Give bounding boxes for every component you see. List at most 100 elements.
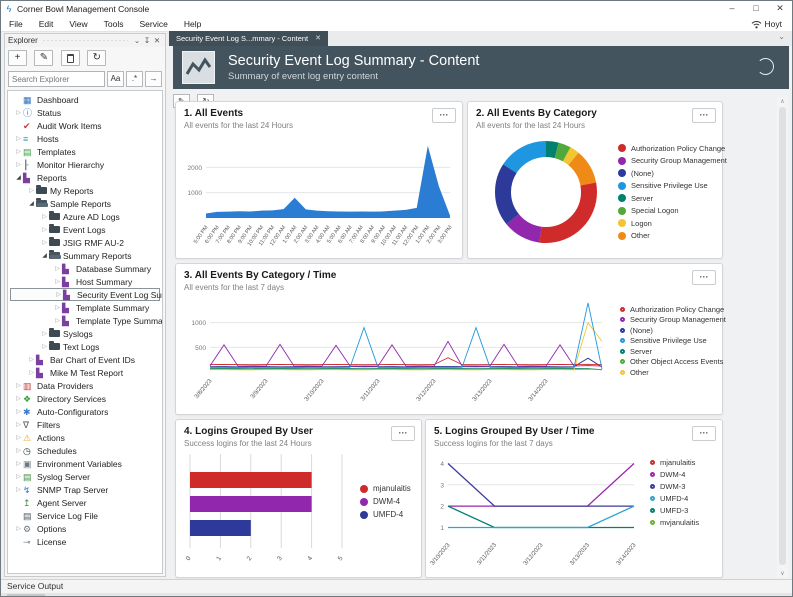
panel-menu-button[interactable]: ··· [692,108,716,123]
tree-item-environment-variables[interactable]: ▷▣Environment Variables [10,457,160,470]
tree-expander-icon[interactable]: ▷ [14,148,23,155]
tree-item-syslogs[interactable]: ▷Syslogs [10,327,160,340]
tree-item-filters[interactable]: ▷∇Filters [10,418,160,431]
tree-expander-icon[interactable]: ▷ [40,213,49,220]
tree-item-snmp-trap-server[interactable]: ▷↯SNMP Trap Server [10,483,160,496]
tree-item-schedules[interactable]: ▷◷Schedules [10,444,160,457]
tree-item-options[interactable]: ▷⚙Options [10,522,160,535]
vertical-scrollbar[interactable]: ∧ ∨ [777,97,788,578]
tree-item-hosts[interactable]: ▷≡Hosts [10,132,160,145]
tree-item-license[interactable]: ⊸License [10,535,160,548]
tree-item-summary-reports[interactable]: ◢Summary Reports [10,249,160,262]
menu-edit[interactable]: Edit [31,19,62,29]
service-output-bar[interactable]: Service Output [1,579,793,593]
add-button[interactable]: + [8,50,27,66]
tree-item-audit-work-items[interactable]: ✔Audit Work Items [10,119,160,132]
connection-indicator[interactable]: Hoyt [751,19,782,29]
maximize-button[interactable]: □ [744,1,768,17]
tree-item-jsig-rmf-au-2[interactable]: ▷JSIG RMF AU-2 [10,236,160,249]
tree-item-event-logs[interactable]: ▷Event Logs [10,223,160,236]
tree-item-status[interactable]: ▷ⓘStatus [10,106,160,119]
edit-button[interactable]: ✎ [34,50,53,66]
tree-expander-icon[interactable]: ▷ [14,135,23,142]
menu-tools[interactable]: Tools [96,19,132,29]
tree-item-security-event-log-summary[interactable]: ▷▙Security Event Log Summary [10,288,160,301]
close-icon[interactable]: ✕ [152,36,162,45]
panel-menu-button[interactable]: ··· [692,270,716,285]
menu-file[interactable]: File [1,19,31,29]
search-go-button[interactable]: → [145,71,162,87]
close-button[interactable]: ✕ [768,1,792,17]
regex-button[interactable]: .* [126,71,143,87]
tree-item-service-log-file[interactable]: ▤Service Log File [10,509,160,522]
tab-close-icon[interactable]: ✕ [315,31,321,46]
chevron-down-icon[interactable]: ⌄ [132,36,142,45]
tree-item-azure-ad-logs[interactable]: ▷Azure AD Logs [10,210,160,223]
tree-expander-icon[interactable]: ▷ [40,343,49,350]
tree-expander-icon[interactable]: ▷ [27,356,36,363]
tree-item-data-providers[interactable]: ▷▥Data Providers [10,379,160,392]
menu-help[interactable]: Help [176,19,209,29]
tree-item-directory-services[interactable]: ▷❖Directory Services [10,392,160,405]
scroll-down-icon[interactable]: ∨ [777,570,788,577]
tree-item-auto-configurators[interactable]: ▷✱Auto-Configurators [10,405,160,418]
tree-item-templates[interactable]: ▷▤Templates [10,145,160,158]
tree-item-sample-reports[interactable]: ◢Sample Reports [10,197,160,210]
tree-expander-icon[interactable]: ▷ [14,109,23,116]
bottom-scrollbar[interactable] [1,593,793,597]
tree-item-monitor-hierarchy[interactable]: ▷┠Monitor Hierarchy [10,158,160,171]
tree-item-template-type-summary[interactable]: ▷▙Template Type Summary [10,314,160,327]
tree-expander-icon[interactable]: ▷ [40,330,49,337]
tree-expander-icon[interactable]: ▷ [40,226,49,233]
tree-expander-icon[interactable]: ▷ [14,447,23,454]
tree-expander-icon[interactable]: ▷ [14,395,23,402]
menu-view[interactable]: View [61,19,95,29]
tree-expander-icon[interactable]: ▷ [27,187,36,194]
scrollbar-thumb[interactable] [779,107,786,565]
tree-expander-icon[interactable]: ▷ [14,421,23,428]
tree-expander-icon[interactable]: ◢ [27,200,36,207]
tree-expander-icon[interactable]: ◢ [40,252,49,259]
tree-expander-icon[interactable]: ▷ [14,434,23,441]
tree-item-agent-server[interactable]: ↥Agent Server [10,496,160,509]
tree-item-dashboard[interactable]: ▦Dashboard [10,93,160,106]
tree-expander-icon[interactable]: ▷ [14,486,23,493]
tree-item-template-summary[interactable]: ▷▙Template Summary [10,301,160,314]
tree-expander-icon[interactable]: ▷ [14,473,23,480]
delete-button[interactable] [61,50,80,66]
tree-item-syslog-server[interactable]: ▷▤Syslog Server [10,470,160,483]
menu-service[interactable]: Service [131,19,175,29]
tree-expander-icon[interactable]: ▷ [14,408,23,415]
match-case-button[interactable]: Aa [107,71,124,87]
tree-expander-icon[interactable]: ▷ [14,525,23,532]
refresh-button[interactable]: ↻ [87,50,106,66]
tree-expander-icon[interactable]: ▷ [14,161,23,168]
tree-expander-icon[interactable]: ▷ [54,291,63,298]
panel-menu-button[interactable]: ··· [432,108,456,123]
tab-overflow-chevron-icon[interactable]: ⌄ [778,32,785,41]
search-input[interactable] [8,71,105,87]
tree-expander-icon[interactable]: ▷ [53,304,62,311]
scroll-up-icon[interactable]: ∧ [777,98,788,105]
tree-item-text-logs[interactable]: ▷Text Logs [10,340,160,353]
minimize-button[interactable]: – [720,1,744,17]
tree-item-bar-chart-of-event-ids[interactable]: ▷▙Bar Chart of Event IDs [10,353,160,366]
tree-expander-icon[interactable]: ▷ [53,265,62,272]
tree-expander-icon[interactable]: ◢ [14,174,23,181]
tree-item-reports[interactable]: ◢▙Reports [10,171,160,184]
tree-item-my-reports[interactable]: ▷My Reports [10,184,160,197]
tree-expander-icon[interactable]: ▷ [53,317,62,324]
tree-item-mike-m-test-report[interactable]: ▷▙Mike M Test Report [10,366,160,379]
tree-expander-icon[interactable]: ▷ [14,382,23,389]
tree-expander-icon[interactable]: ▷ [40,239,49,246]
tree-item-host-summary[interactable]: ▷▙Host Summary [10,275,160,288]
tree-expander-icon[interactable]: ▷ [14,460,23,467]
pin-icon[interactable]: ↧ [142,36,152,45]
tree-expander-icon[interactable]: ▷ [27,369,36,376]
tab-security-event-log-summary[interactable]: Security Event Log S...mmary - Content ✕ [169,31,328,46]
panel-menu-button[interactable]: ··· [391,426,415,441]
panel-menu-button[interactable]: ··· [692,426,716,441]
tree-item-actions[interactable]: ▷⚠Actions [10,431,160,444]
tree-expander-icon[interactable]: ▷ [53,278,62,285]
tree-item-database-summary[interactable]: ▷▙Database Summary [10,262,160,275]
